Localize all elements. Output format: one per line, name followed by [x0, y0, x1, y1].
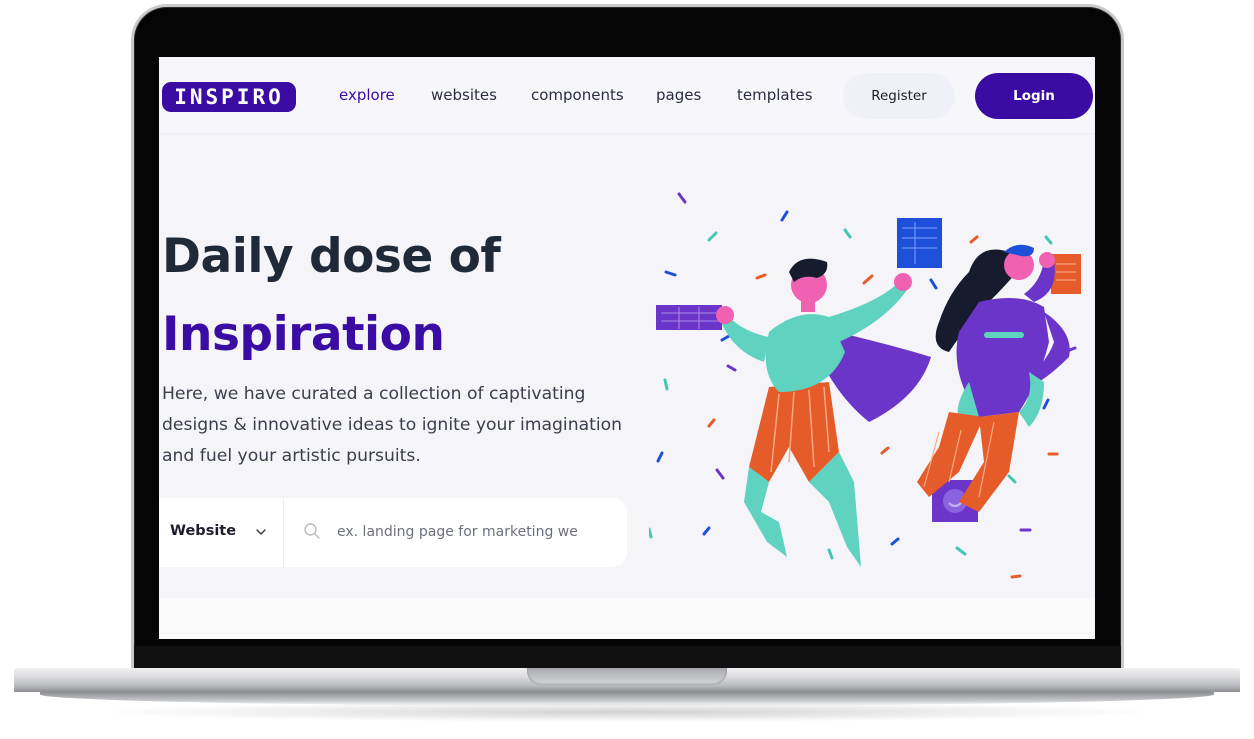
hero-illustration — [649, 192, 1081, 579]
search-type-label: Website — [170, 523, 237, 539]
nav-link-pages[interactable]: pages — [656, 86, 701, 104]
nav-link-templates[interactable]: templates — [737, 86, 813, 104]
nav-link-explore[interactable]: explore — [339, 86, 395, 104]
hero-title-line-1: Daily dose of — [162, 229, 501, 284]
man-figure — [716, 258, 931, 567]
nav-link-websites[interactable]: websites — [431, 86, 497, 104]
login-button[interactable]: Login — [975, 73, 1093, 119]
hero-title-line-2: Inspiration — [162, 307, 445, 362]
brand-logo[interactable]: INSPIRO — [162, 82, 296, 112]
laptop-notch — [527, 668, 727, 685]
search-input[interactable] — [337, 518, 617, 546]
search-bar: Website — [159, 498, 627, 567]
laptop-mockup: INSPIRO explore websites components page… — [0, 0, 1254, 739]
next-section-band — [159, 598, 1095, 639]
navbar: INSPIRO explore websites components page… — [159, 57, 1095, 134]
chevron-down-icon — [256, 529, 266, 535]
register-button[interactable]: Register — [843, 73, 955, 119]
nav-link-components[interactable]: components — [531, 86, 624, 104]
woman-figure — [917, 244, 1070, 512]
hero-description: Here, we have curated a collection of ca… — [162, 384, 623, 466]
search-icon — [304, 523, 320, 539]
search-type-dropdown[interactable]: Website — [159, 498, 284, 567]
website-screen: INSPIRO explore websites components page… — [159, 57, 1095, 639]
